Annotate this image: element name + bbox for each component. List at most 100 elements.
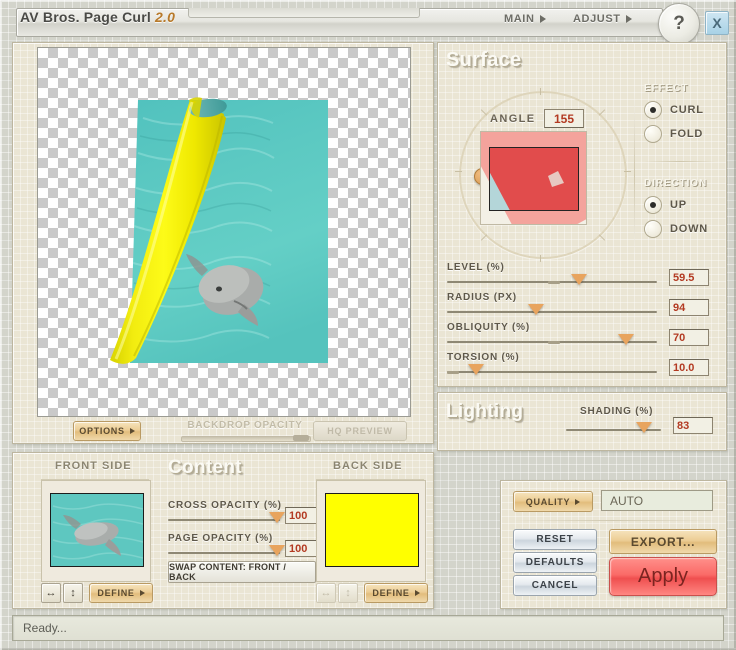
triangle-right-icon <box>140 590 145 596</box>
level-label: LEVEL (%) <box>447 262 505 273</box>
surface-panel: Surface ANGLE 155 <box>437 42 727 387</box>
close-icon: X <box>712 15 721 31</box>
surface-title: Surface <box>446 49 521 72</box>
torsion-label: TORSION (%) <box>447 352 520 363</box>
swap-content-button[interactable]: SWAP CONTENT: FRONT / BACK <box>168 561 316 583</box>
radio-fold[interactable]: FOLD <box>644 125 703 143</box>
swap-content-label: SWAP CONTENT: FRONT / BACK <box>169 562 315 582</box>
radius-slider-track[interactable] <box>447 311 657 313</box>
radio-curl[interactable]: CURL <box>644 101 704 119</box>
back-define-button[interactable]: DEFINE <box>364 583 428 603</box>
menu-adjust[interactable]: ADJUST <box>573 13 632 25</box>
reset-label: RESET <box>536 534 573 545</box>
menu-main-label: MAIN <box>504 13 535 25</box>
obliquity-slider-default-mark <box>548 341 560 344</box>
mini-preview-overlay <box>490 148 578 210</box>
torsion-slider-default-mark <box>447 371 459 374</box>
reset-button[interactable]: RESET <box>513 529 597 550</box>
quality-button[interactable]: QUALITY <box>513 491 593 512</box>
front-define-button[interactable]: DEFINE <box>89 583 153 603</box>
cancel-label: CANCEL <box>532 580 578 591</box>
cancel-button[interactable]: CANCEL <box>513 575 597 596</box>
radio-up[interactable]: UP <box>644 196 687 214</box>
back-flip-horizontal-button[interactable]: ↔ <box>316 583 336 603</box>
menu-main[interactable]: MAIN <box>504 13 546 25</box>
radio-down-label: DOWN <box>670 223 708 235</box>
back-flip-vertical-button[interactable]: ↕ <box>338 583 358 603</box>
app-version: 2.0 <box>155 9 175 25</box>
mini-preview-frame <box>489 147 579 211</box>
preview-canvas[interactable] <box>37 47 411 417</box>
page-opacity-track[interactable] <box>168 552 280 554</box>
radio-fold-label: FOLD <box>670 128 703 140</box>
page-curl-render <box>38 48 410 416</box>
angle-value-field[interactable]: 155 <box>544 109 584 128</box>
hq-preview-button[interactable]: HQ PREVIEW <box>313 421 407 441</box>
dial-tick <box>481 109 487 115</box>
front-flip-horizontal-button[interactable]: ↔ <box>41 583 61 603</box>
triangle-right-icon <box>415 590 420 596</box>
preview-toolbar: OPTIONS BACKDROP OPACITY HQ PREVIEW <box>13 419 433 443</box>
back-define-label: DEFINE <box>372 588 409 598</box>
radius-slider-thumb[interactable] <box>528 304 544 315</box>
torsion-value-field[interactable]: 10.0 <box>669 359 709 376</box>
angle-value: 155 <box>554 112 574 126</box>
title-bar: AV Bros. Page Curl 2.0 MAIN ADJUST ? X <box>8 5 726 39</box>
apply-label: Apply <box>638 565 688 588</box>
page-opacity-value: 100 <box>289 543 307 555</box>
backdrop-opacity-thumb[interactable] <box>293 435 309 441</box>
options-label: OPTIONS <box>79 426 124 436</box>
front-side-label: FRONT SIDE <box>55 460 132 472</box>
front-flip-vertical-button[interactable]: ↕ <box>63 583 83 603</box>
radio-button-icon <box>644 125 662 143</box>
defaults-label: DEFAULTS <box>526 557 584 568</box>
action-panel: QUALITY AUTO RESET DEFAULTS CANCEL EXPOR… <box>500 480 727 609</box>
export-label: EXPORT... <box>631 535 695 549</box>
export-button[interactable]: EXPORT... <box>609 529 717 554</box>
status-message: Ready... <box>23 621 67 635</box>
lighting-panel: Lighting SHADING (%) 83 <box>437 392 727 451</box>
triangle-right-icon <box>626 15 632 23</box>
quality-value-field: AUTO <box>601 490 713 511</box>
front-side-thumbnail <box>50 493 144 567</box>
dial-tick <box>599 109 605 115</box>
front-side-thumbnail-box[interactable] <box>41 480 151 582</box>
radius-label: RADIUS (PX) <box>447 292 517 303</box>
shading-value-field[interactable]: 83 <box>673 417 713 434</box>
triangle-right-icon <box>130 428 135 434</box>
torsion-value: 10.0 <box>673 362 694 374</box>
backdrop-opacity-slider[interactable] <box>181 436 311 442</box>
angle-mini-preview <box>480 131 587 225</box>
triangle-right-icon <box>540 15 546 23</box>
apply-button[interactable]: Apply <box>609 557 717 596</box>
content-panel: Content FRONT SIDE <box>12 452 434 609</box>
app-name: AV Bros. Page Curl <box>20 9 155 25</box>
back-side-thumbnail-box[interactable] <box>316 480 426 582</box>
title-plate-notch <box>188 8 420 18</box>
torsion-slider-thumb[interactable] <box>468 364 484 375</box>
obliquity-value-field[interactable]: 70 <box>669 329 709 346</box>
defaults-button[interactable]: DEFAULTS <box>513 552 597 573</box>
page-opacity-thumb[interactable] <box>269 545 285 556</box>
radio-curl-label: CURL <box>670 104 704 116</box>
radio-down[interactable]: DOWN <box>644 220 708 238</box>
level-value-field[interactable]: 59.5 <box>669 269 709 286</box>
radius-value-field[interactable]: 94 <box>669 299 709 316</box>
shading-label: SHADING (%) <box>580 406 653 417</box>
cross-opacity-track[interactable] <box>168 519 280 521</box>
obliquity-value: 70 <box>673 332 685 344</box>
radio-button-icon <box>644 220 662 238</box>
obliquity-slider-thumb[interactable] <box>618 334 634 345</box>
radius-value: 94 <box>673 302 685 314</box>
effect-direction-divider <box>644 161 716 162</box>
level-slider-thumb[interactable] <box>571 274 587 285</box>
cross-opacity-value: 100 <box>289 510 307 522</box>
triangle-right-icon <box>575 499 580 505</box>
shading-slider-thumb[interactable] <box>636 422 652 433</box>
close-button[interactable]: X <box>705 11 729 35</box>
application-window: AV Bros. Page Curl 2.0 MAIN ADJUST ? X <box>0 0 736 650</box>
options-button[interactable]: OPTIONS <box>73 421 141 441</box>
cross-opacity-thumb[interactable] <box>269 512 285 523</box>
help-button[interactable]: ? <box>658 3 700 45</box>
status-bar: Ready... <box>12 615 724 641</box>
